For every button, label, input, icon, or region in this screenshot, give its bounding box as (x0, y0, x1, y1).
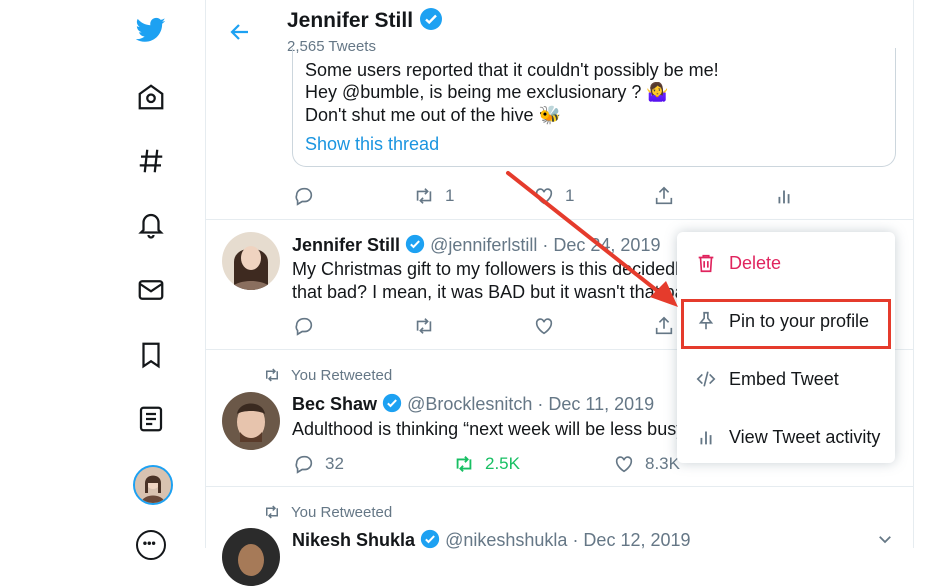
lists-icon[interactable] (134, 402, 168, 436)
twitter-logo-icon[interactable] (134, 13, 168, 47)
retweet-count: 2.5K (485, 454, 520, 473)
code-icon (696, 371, 716, 387)
reply-icon (295, 455, 313, 474)
retweet-icon (416, 188, 432, 204)
verified-badge-icon (420, 529, 440, 549)
reply-icon (295, 187, 313, 206)
embed-label: Embed Tweet (729, 368, 839, 389)
tweet-text: Adulthood is thinking “next week will be… (292, 419, 686, 439)
show-thread-link[interactable]: Show this thread (305, 134, 439, 155)
tweet-date[interactable]: · Dec 11, 2019 (537, 394, 654, 414)
heart-icon (615, 456, 633, 473)
embed-tweet-menu-item[interactable]: Embed Tweet (677, 350, 895, 408)
profile-header-name: Jennifer Still (287, 7, 443, 33)
reply-icon (295, 317, 313, 336)
analytics-icon (700, 431, 712, 445)
retweet-button[interactable]: 1 (413, 185, 454, 207)
retweet-context: You Retweeted (263, 366, 392, 384)
avatar[interactable] (222, 528, 280, 586)
bookmarks-icon[interactable] (134, 338, 168, 372)
author-name[interactable]: Jennifer Still (292, 235, 400, 255)
analytics-button[interactable] (773, 185, 795, 207)
avatar[interactable] (222, 232, 280, 290)
right-column-border (913, 0, 914, 548)
tweet-date[interactable]: · Dec 12, 2019 (572, 530, 690, 550)
tweet-header: Bec Shaw @Brocklesnitch · Dec 11, 2019 (292, 393, 654, 415)
author-handle[interactable]: @Brocklesnitch (407, 394, 532, 414)
home-icon[interactable] (134, 80, 168, 114)
left-column-border (205, 0, 206, 548)
delete-menu-item[interactable]: Delete (677, 234, 895, 292)
heart-icon (535, 318, 553, 335)
author-name[interactable]: Nikesh Shukla (292, 530, 415, 550)
trash-icon (698, 254, 714, 273)
retweet-context-label: You Retweeted (291, 503, 393, 521)
retweet-icon (266, 505, 278, 519)
quoted-tweet-line-3: Don't shut me out of the hive 🐝 (305, 105, 561, 125)
quoted-tweet-line-1: Some users reported that it couldn't pos… (305, 60, 719, 80)
retweet-icon (266, 368, 278, 382)
reply-button[interactable]: 32 (293, 453, 344, 475)
retweet-count: 1 (445, 186, 455, 205)
verified-badge-icon (419, 8, 442, 30)
profile-avatar[interactable] (133, 465, 173, 505)
explore-hashtag-icon[interactable] (134, 144, 168, 178)
messages-envelope-icon[interactable] (134, 273, 168, 307)
retweet-button[interactable] (413, 315, 435, 337)
retweet-icon (456, 456, 472, 472)
author-handle[interactable]: @nikeshshukla (445, 530, 567, 550)
reply-button[interactable] (293, 315, 315, 337)
quoted-tweet-line-2: Hey @bumble, is being me exclusionary ? … (305, 82, 669, 102)
highlight-box (681, 299, 891, 349)
retweet-icon (416, 318, 432, 334)
activity-label: View Tweet activity (729, 426, 881, 447)
delete-label: Delete (729, 252, 782, 273)
back-arrow-icon[interactable] (228, 20, 252, 44)
retweet-context-label: You Retweeted (291, 366, 393, 384)
annotation-arrow (506, 171, 678, 307)
more-options-icon[interactable] (136, 530, 166, 560)
like-button[interactable] (533, 315, 555, 337)
author-name[interactable]: Bec Shaw (292, 394, 377, 414)
notifications-bell-icon[interactable] (134, 208, 168, 242)
chevron-down-icon[interactable] (876, 530, 894, 548)
tweet-separator (205, 486, 913, 487)
verified-badge-icon (382, 393, 402, 413)
retweet-context: You Retweeted (263, 503, 392, 521)
analytics-icon (778, 190, 790, 204)
share-button[interactable] (653, 315, 675, 337)
reply-button[interactable] (293, 185, 315, 207)
share-icon (655, 316, 673, 335)
like-button[interactable]: 8.3K (613, 453, 680, 475)
page-title: Jennifer Still (287, 9, 414, 32)
verified-badge-icon (405, 234, 425, 254)
like-count: 8.3K (645, 454, 680, 473)
view-tweet-activity-menu-item[interactable]: View Tweet activity (677, 408, 895, 466)
retweet-button[interactable]: 2.5K (453, 453, 520, 475)
reply-count: 32 (325, 454, 344, 473)
avatar[interactable] (222, 392, 280, 450)
